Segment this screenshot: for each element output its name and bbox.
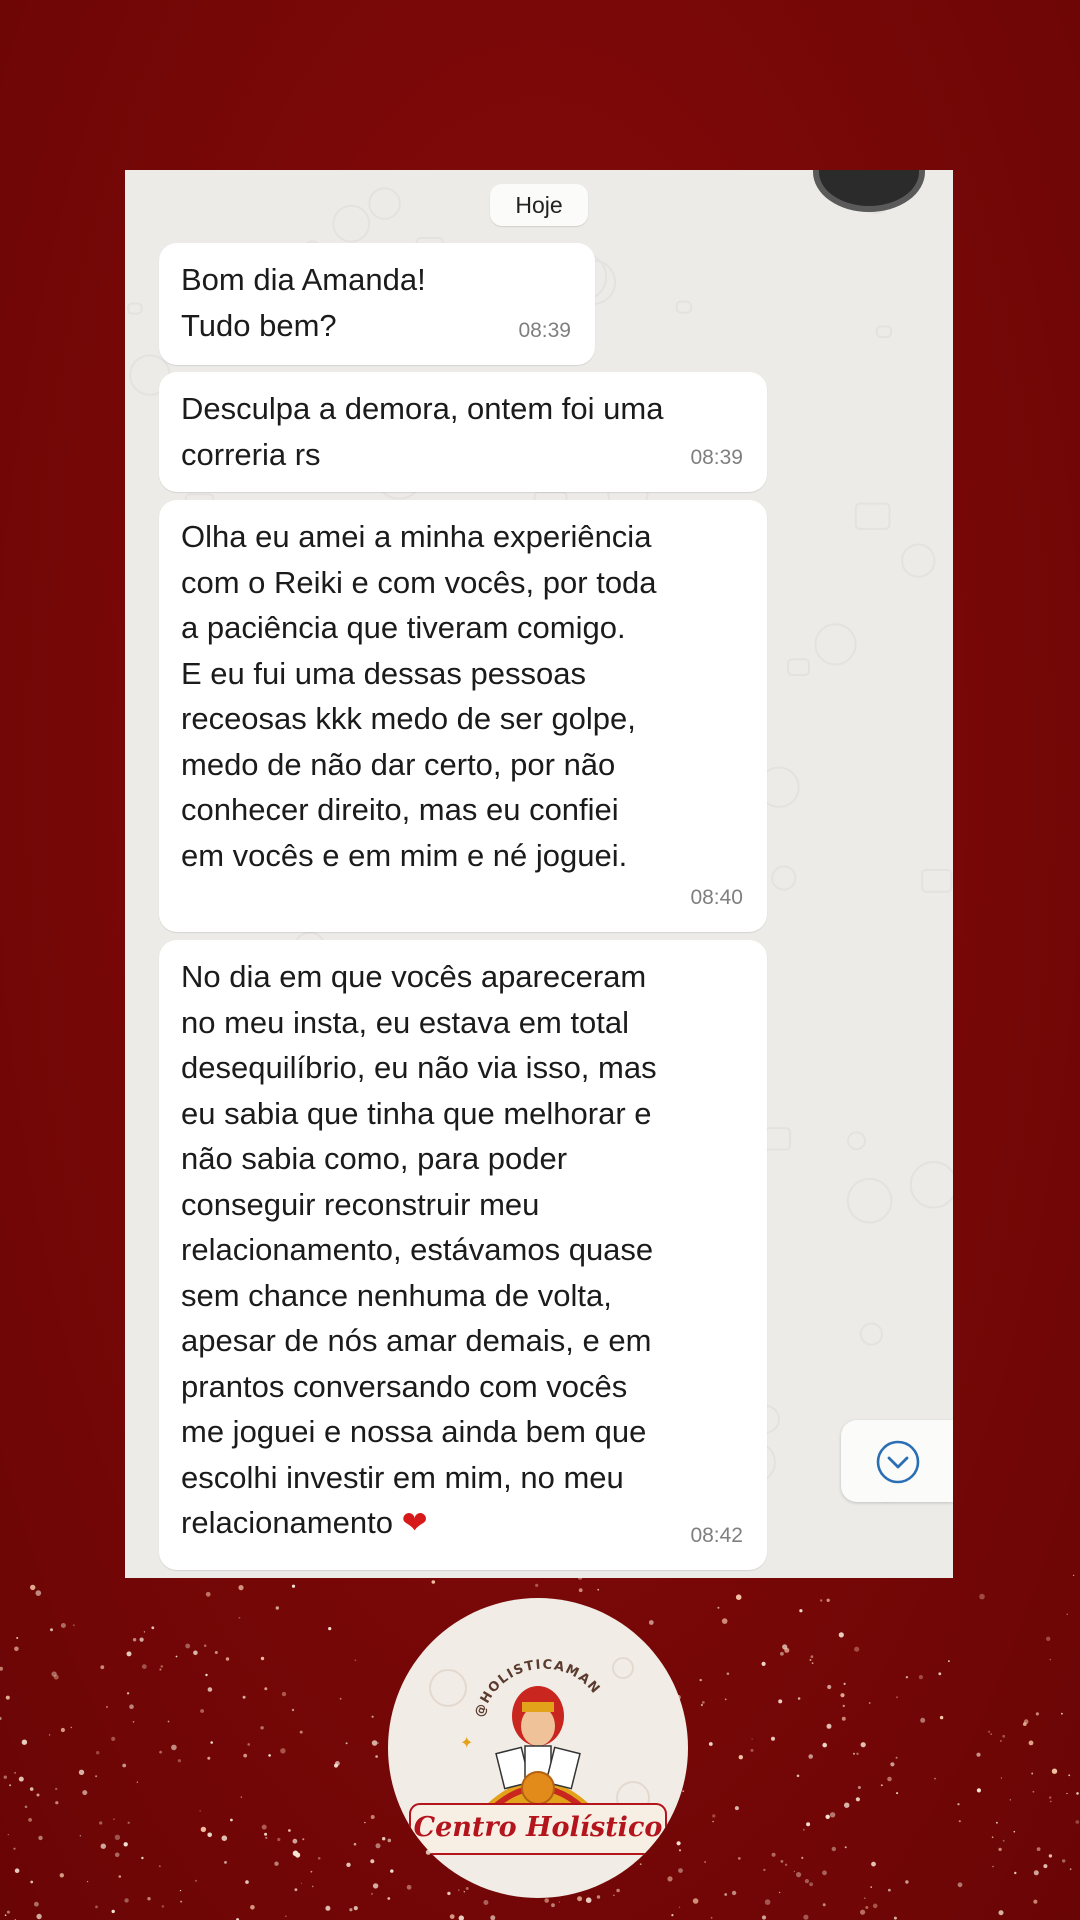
message-time: 08:40	[690, 885, 743, 909]
message-time: 08:39	[690, 445, 743, 469]
brand-illustration: ✦ @HOLISTICAMANDY	[388, 1598, 667, 1855]
message-text: Olha eu amei a minha experiência com o R…	[181, 519, 657, 873]
message-bubble[interactable]: Olha eu amei a minha experiência com o R…	[159, 500, 767, 932]
message-bubble[interactable]: Bom dia Amanda! Tudo bem? 08:39	[159, 243, 595, 365]
message-text: Desculpa a demora, ontem foi uma correri…	[181, 391, 664, 472]
brand-logo: ✦ @HOLISTICAMANDY Centro Holístico	[388, 1598, 688, 1898]
chevron-down-circle-icon	[876, 1440, 920, 1484]
heart-emoji-icon: ❤	[401, 1505, 428, 1541]
message-time: 08:39	[518, 318, 571, 342]
svg-text:@HOLISTICAMANDY: @HOLISTICAMANDY	[388, 1598, 603, 1719]
message-bubble[interactable]: Desculpa a demora, ontem foi uma correri…	[159, 372, 767, 492]
svg-text:✦: ✦	[460, 1733, 473, 1752]
brand-handle: @HOLISTICAMANDY	[388, 1598, 602, 1719]
scroll-to-bottom-button[interactable]	[841, 1420, 953, 1502]
chat-screenshot: Hoje Bom dia Amanda! Tudo bem? 08:39 Des…	[125, 170, 953, 1578]
brand-name: Centro Holístico	[413, 1812, 663, 1843]
date-separator: Hoje	[490, 184, 588, 226]
message-text: No dia em que vocês apareceram no meu in…	[181, 954, 747, 1547]
message-text: Bom dia Amanda! Tudo bem?	[181, 262, 426, 343]
message-body: No dia em que vocês apareceram no meu in…	[181, 959, 657, 1540]
message-bubble[interactable]: No dia em que vocês apareceram no meu in…	[159, 940, 767, 1570]
message-time: 08:42	[690, 1523, 743, 1547]
